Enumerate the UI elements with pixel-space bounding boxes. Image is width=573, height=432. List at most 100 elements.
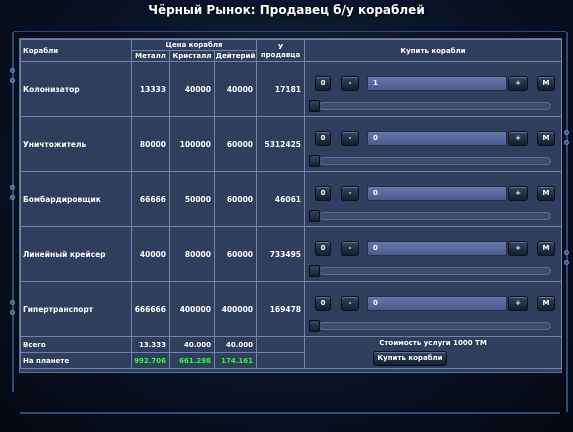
col-header-ships: Корабли: [20, 39, 132, 62]
minus-button[interactable]: -: [341, 131, 360, 146]
slider-handle[interactable]: [309, 100, 321, 112]
plus-button[interactable]: +: [508, 186, 529, 201]
buy-ships-button[interactable]: Купить корабли: [373, 351, 448, 366]
buy-controls: 0 - 0 + M: [304, 171, 563, 227]
black-market-panel: Корабли Цена корабля У продавца Купить к…: [19, 38, 563, 373]
frame-rivet: [10, 195, 15, 200]
planet-crystal: 661.298: [169, 352, 215, 369]
quantity-input[interactable]: 0: [367, 186, 508, 201]
plus-button[interactable]: +: [508, 296, 529, 311]
zero-button[interactable]: 0: [315, 241, 332, 256]
frame-rivet: [564, 130, 569, 135]
total-crystal: 40.000: [169, 336, 215, 353]
frame-top-line: [14, 31, 566, 32]
col-header-on-sale: У продавца: [256, 39, 306, 62]
buy-controls: 0 - 1 + M: [304, 61, 563, 117]
col-header-metal: Металл: [131, 50, 170, 62]
ship-name: Колонизатор: [20, 61, 132, 117]
ship-metal: 13333: [131, 61, 170, 117]
plus-button[interactable]: +: [508, 131, 529, 146]
col-header-crystal: Кристалл: [169, 50, 215, 62]
ship-available: 17181: [256, 61, 306, 117]
ship-metal: 80000: [131, 116, 170, 172]
buy-controls: 0 - 0 + M: [304, 281, 563, 337]
ship-metal: 66666: [131, 171, 170, 227]
ship-crystal: 400000: [169, 281, 215, 337]
frame-rivet: [564, 250, 569, 255]
quantity-input[interactable]: 0: [367, 296, 508, 311]
planet-label: На планете: [20, 352, 132, 369]
minus-button[interactable]: -: [341, 76, 360, 91]
total-metal: 13.333: [131, 336, 170, 353]
ship-name: Бомбардировщик: [20, 171, 132, 227]
slider-handle[interactable]: [309, 210, 321, 222]
max-button[interactable]: M: [537, 186, 556, 201]
ship-row: Бомбардировщик 66666 50000 60000 46061 0…: [20, 171, 563, 227]
quantity-slider[interactable]: [319, 102, 552, 110]
ship-crystal: 50000: [169, 171, 215, 227]
minus-button[interactable]: -: [341, 241, 360, 256]
col-header-price: Цена корабля: [130, 39, 258, 51]
ship-name: Линейный крейсер: [20, 226, 132, 282]
col-header-buy: Купить корабли: [304, 39, 563, 62]
ship-row: Колонизатор 13333 40000 40000 17181 0 - …: [20, 61, 563, 117]
planet-metal: 992.706: [131, 352, 170, 369]
ship-deuterium: 40000: [213, 61, 258, 117]
frame-bottom-line: [20, 412, 560, 414]
frame-right-line: [566, 32, 568, 412]
frame-rivet: [10, 78, 15, 83]
planet-deuterium: 174.161: [213, 352, 258, 369]
minus-button[interactable]: -: [341, 296, 360, 311]
frame-rivet: [10, 300, 15, 305]
zero-button[interactable]: 0: [315, 76, 332, 91]
buy-controls: 0 - 0 + M: [304, 226, 563, 282]
max-button[interactable]: M: [537, 296, 556, 311]
plus-button[interactable]: +: [508, 241, 529, 256]
zero-button[interactable]: 0: [315, 186, 332, 201]
quantity-slider[interactable]: [319, 157, 552, 165]
frame-rivet: [10, 185, 15, 190]
slider-handle[interactable]: [309, 320, 321, 332]
totals-spacer: [256, 336, 306, 353]
zero-button[interactable]: 0: [315, 131, 332, 146]
ship-metal: 40000: [131, 226, 170, 282]
quantity-input[interactable]: 0: [367, 131, 508, 146]
ship-deuterium: 60000: [213, 116, 258, 172]
total-deuterium: 40.000: [213, 336, 258, 353]
ship-metal: 666666: [131, 281, 170, 337]
ship-deuterium: 400000: [213, 281, 258, 337]
ship-name: Гипертранспорт: [20, 281, 132, 337]
frame-left-line: [12, 32, 14, 392]
ship-deuterium: 60000: [213, 171, 258, 227]
max-button[interactable]: M: [537, 131, 556, 146]
quantity-input[interactable]: 1: [367, 76, 508, 91]
quantity-slider[interactable]: [319, 212, 552, 220]
plus-button[interactable]: +: [508, 76, 529, 91]
ship-row: Линейный крейсер 40000 80000 60000 73349…: [20, 226, 563, 282]
quantity-slider[interactable]: [319, 267, 552, 275]
ship-deuterium: 60000: [213, 226, 258, 282]
ships-table: Корабли Цена корабля У продавца Купить к…: [20, 39, 563, 369]
ship-available: 169478: [256, 281, 306, 337]
page-title: Чёрный Рынок: Продавец б/у кораблей: [148, 3, 425, 17]
quantity-slider[interactable]: [319, 322, 552, 330]
frame-rivet: [564, 140, 569, 145]
minus-button[interactable]: -: [341, 186, 360, 201]
totals-row: Всего 13.333 40.000 40.000 Стоимость усл…: [20, 336, 563, 369]
ship-crystal: 100000: [169, 116, 215, 172]
frame-rivet: [10, 68, 15, 73]
max-button[interactable]: M: [537, 241, 556, 256]
frame-rivet: [10, 310, 15, 315]
ship-name: Уничтожитель: [20, 116, 132, 172]
zero-button[interactable]: 0: [315, 296, 332, 311]
max-button[interactable]: M: [537, 76, 556, 91]
ship-crystal: 80000: [169, 226, 215, 282]
slider-handle[interactable]: [309, 155, 321, 167]
slider-handle[interactable]: [309, 265, 321, 277]
buy-controls: 0 - 0 + M: [304, 116, 563, 172]
ship-available: 733495: [256, 226, 306, 282]
service-cost: Стоимость услуги 1000 ТМ: [379, 339, 487, 347]
frame-rivet: [564, 260, 569, 265]
planet-spacer: [256, 352, 306, 369]
quantity-input[interactable]: 0: [367, 241, 508, 256]
